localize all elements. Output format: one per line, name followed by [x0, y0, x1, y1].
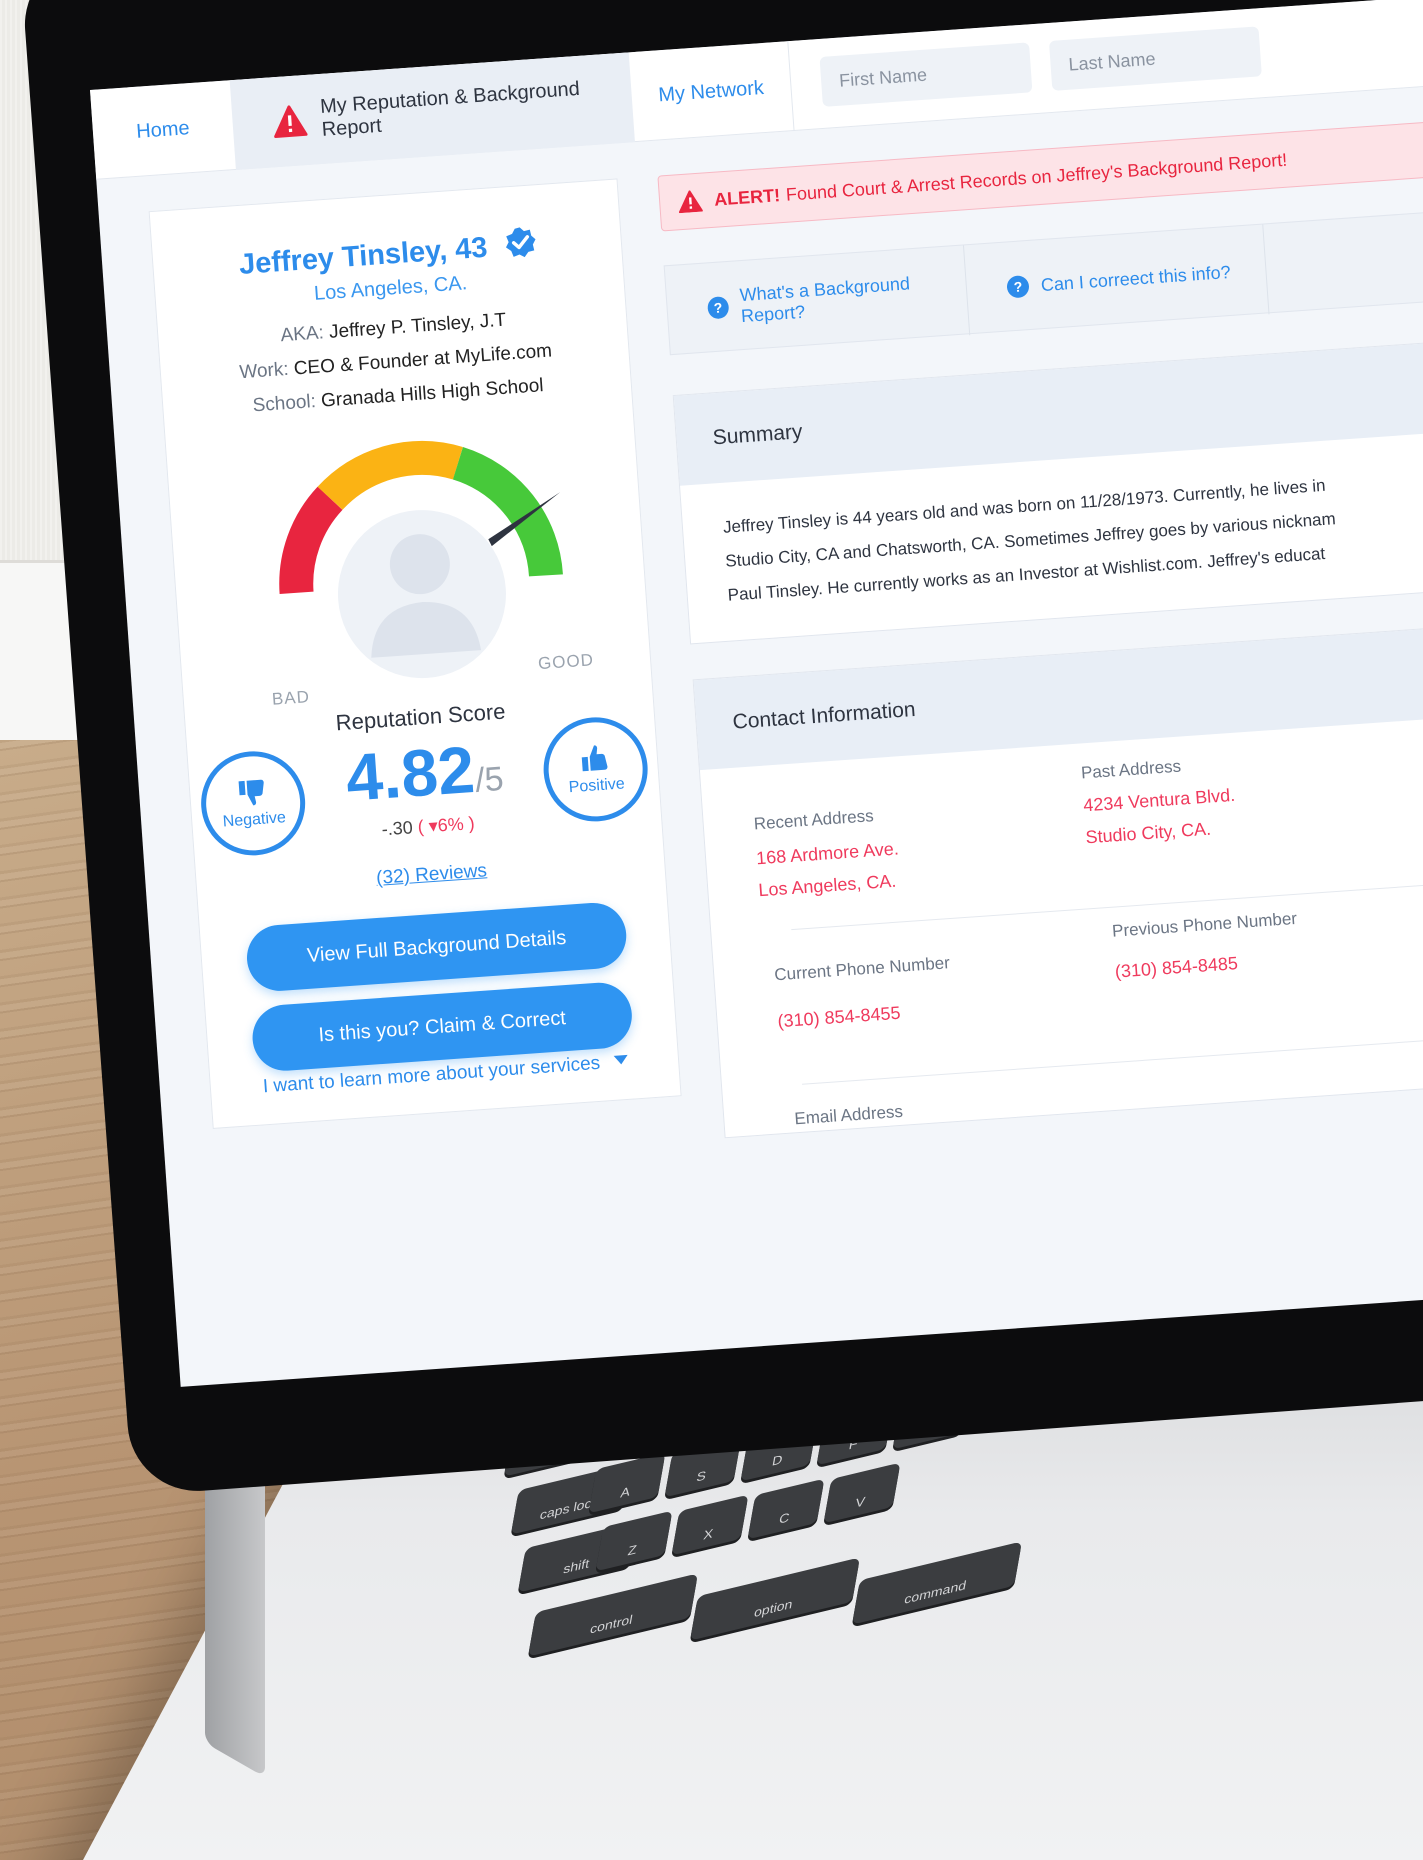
email-address-label: Email Address	[793, 1101, 904, 1129]
contact-grid: Recent Address 168 Ardmore Ave. Los Ange…	[700, 712, 1423, 1130]
score-change-value: .30	[387, 817, 414, 840]
nav-report-label: My Reputation & Background Report	[319, 77, 581, 141]
chevron-down-icon	[613, 1054, 629, 1065]
view-full-details-button[interactable]: View Full Background Details	[244, 900, 629, 994]
help-q1-label: What's a Background Report?	[738, 273, 911, 327]
alert-prefix: ALERT!	[713, 184, 781, 210]
gauge-bad-arc	[279, 486, 343, 595]
gauge-bad-label: BAD	[271, 687, 311, 709]
keyboard-key: X	[671, 1494, 749, 1556]
current-phone-label: Current Phone Number	[773, 953, 951, 985]
previous-phone-label: Previous Phone Number	[1111, 908, 1298, 941]
past-address-label: Past Address	[1080, 756, 1182, 783]
alert-message[interactable]: Found Court & Arrest Records on Jeffrey'…	[785, 149, 1288, 205]
help-can-correct[interactable]: ? Can I correect this info?	[963, 224, 1270, 336]
divider	[802, 1030, 1423, 1085]
recent-address-value[interactable]: 168 Ardmore Ave. Los Angeles, CA.	[755, 832, 902, 906]
nav-home[interactable]: Home	[90, 80, 236, 180]
keyboard-key: Z	[595, 1510, 673, 1572]
past-address-value[interactable]: 4234 Ventura Blvd. Studio City, CA.	[1082, 779, 1238, 853]
nav-my-network[interactable]: My Network	[628, 41, 795, 143]
alert-banner: ALERT! Found Court & Arrest Records on J…	[657, 117, 1423, 232]
help-what-is-report[interactable]: ? What's a Background Report?	[664, 245, 971, 357]
reputation-gauge	[279, 440, 563, 679]
verified-badge-icon	[506, 227, 536, 258]
question-icon: ?	[706, 296, 730, 320]
keyboard-key: A	[588, 1452, 666, 1514]
keyboard-key: option	[689, 1557, 861, 1641]
score-out-of: /5	[473, 759, 505, 800]
work-value: CEO & Founder at MyLife.com	[293, 340, 553, 380]
profile-card: Jeffrey Tinsley, 43 Los Angeles, CA. AKA…	[148, 178, 682, 1129]
current-phone-value[interactable]: (310) 854-8455	[777, 997, 902, 1038]
last-name-input[interactable]: Last Name	[1048, 26, 1262, 91]
score-value: 4.82	[343, 731, 477, 815]
thumbs-down-icon	[238, 779, 264, 806]
summary-panel: Summary Jeffrey Tinsley is 44 years old …	[672, 336, 1423, 645]
first-name-input[interactable]: First Name	[819, 42, 1033, 107]
negative-label: Negative	[222, 809, 287, 831]
keyboard-key: command	[851, 1541, 1023, 1625]
warning-icon	[274, 105, 308, 138]
reviews-link[interactable]: (32) Reviews	[196, 848, 666, 903]
aka-label: AKA:	[279, 322, 325, 347]
positive-label: Positive	[568, 775, 626, 797]
previous-phone-value[interactable]: (310) 854-8485	[1114, 947, 1239, 988]
thumbs-up-icon	[581, 745, 608, 772]
help-bar: ? What's a Background Report? ? Can I co…	[663, 206, 1423, 357]
gauge-mid-arc	[317, 440, 463, 511]
gauge-good-label: GOOD	[537, 650, 595, 674]
keyboard-key: V	[823, 1462, 901, 1524]
contact-panel: Contact Information Recent Address 168 A…	[692, 620, 1423, 1139]
keyboard-key: C	[747, 1478, 825, 1540]
question-icon: ?	[1006, 275, 1030, 299]
recent-address-label: Recent Address	[753, 806, 875, 834]
work-label: Work:	[238, 358, 290, 384]
laptop-screen: Home My Reputation & Background Report M…	[90, 0, 1423, 1387]
alert-icon	[678, 190, 703, 214]
keyboard-key: control	[527, 1573, 699, 1657]
help-q2-label: Can I correect this info?	[1040, 261, 1232, 295]
score-change-pct: 6%	[436, 813, 465, 836]
aka-value: Jeffrey P. Tinsley, J.T	[328, 309, 507, 343]
